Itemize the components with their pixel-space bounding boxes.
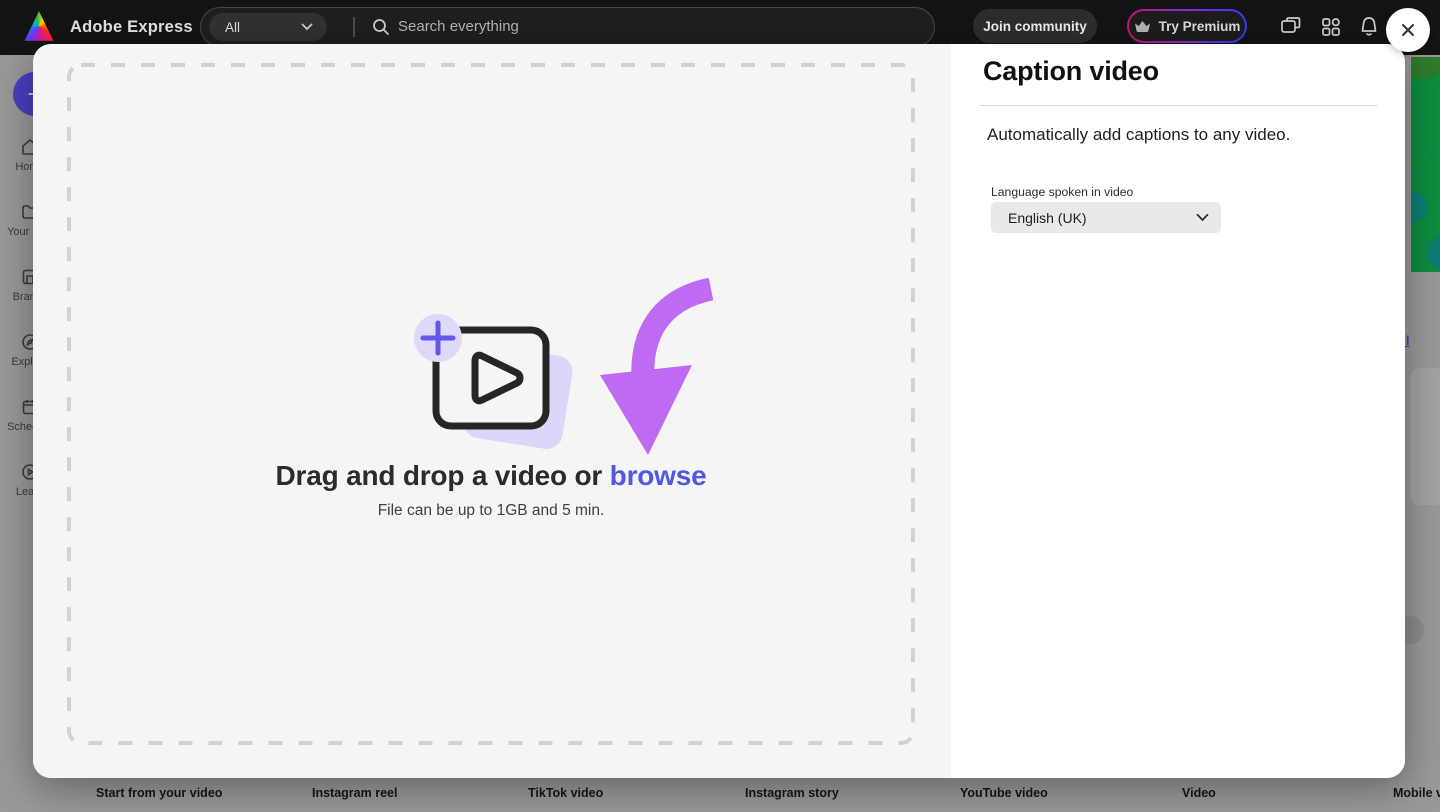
template-label[interactable]: Mobile video xyxy=(1393,786,1440,800)
template-card xyxy=(1410,368,1440,505)
purple-down-arrow-icon xyxy=(599,278,714,460)
preview-image-detail xyxy=(1416,172,1420,175)
adobe-express-logo-icon[interactable] xyxy=(24,11,54,42)
template-label[interactable]: Start from your video xyxy=(96,786,222,800)
dropzone-file-note: File can be up to 1GB and 5 min. xyxy=(66,502,916,520)
chevron-down-icon xyxy=(1196,213,1209,222)
title-divider xyxy=(980,105,1377,106)
preview-image-detail xyxy=(1411,57,1440,78)
preview-image-detail xyxy=(1429,152,1433,155)
try-premium-label: Try Premium xyxy=(1159,19,1241,34)
template-label[interactable]: TikTok video xyxy=(528,786,603,800)
apps-grid-icon xyxy=(1318,14,1344,40)
language-select[interactable]: English (UK) xyxy=(991,202,1221,233)
template-label[interactable]: Instagram story xyxy=(745,786,839,800)
upload-pane: Drag and drop a video or browse File can… xyxy=(33,44,951,778)
search-input[interactable]: Search everything xyxy=(398,18,519,35)
try-premium-button[interactable]: Try Premium xyxy=(1127,9,1247,43)
crown-icon xyxy=(1134,20,1151,33)
overlapping-windows-icon xyxy=(1278,14,1304,40)
preview-image-detail xyxy=(1427,237,1440,269)
template-preview-image xyxy=(1411,57,1440,272)
browse-link[interactable]: browse xyxy=(610,460,707,491)
dropzone-headline-text: Drag and drop a video or xyxy=(276,460,610,491)
chevron-down-icon xyxy=(301,23,313,31)
notifications-button[interactable] xyxy=(1356,14,1382,40)
brand-title: Adobe Express xyxy=(70,18,193,37)
close-icon xyxy=(1399,21,1417,39)
preview-image-detail xyxy=(1419,117,1423,120)
bell-icon xyxy=(1356,14,1382,40)
modal-title: Caption video xyxy=(983,56,1159,87)
template-label[interactable]: Video xyxy=(1182,786,1216,800)
global-search-bar[interactable]: All Search everything xyxy=(200,7,935,47)
template-label[interactable]: YouTube video xyxy=(960,786,1048,800)
join-community-button[interactable]: Join community xyxy=(973,9,1097,43)
adobe-express-app: + Home Your stuff Brands Explore Schedul… xyxy=(0,0,1440,812)
search-divider xyxy=(353,17,355,37)
switch-apps-button[interactable] xyxy=(1278,14,1304,40)
modal-close-button[interactable] xyxy=(1386,8,1430,52)
apps-grid-button[interactable] xyxy=(1318,14,1344,40)
video-dropzone[interactable]: Drag and drop a video or browse File can… xyxy=(66,62,916,746)
caption-video-modal: Drag and drop a video or browse File can… xyxy=(33,44,1405,778)
preview-image-detail xyxy=(1411,192,1427,222)
add-video-icon xyxy=(406,310,576,470)
search-category-value: All xyxy=(225,20,301,35)
search-category-dropdown[interactable]: All xyxy=(209,13,327,41)
modal-description: Automatically add captions to any video. xyxy=(987,125,1290,145)
search-icon xyxy=(371,17,391,37)
dropzone-illustration xyxy=(66,300,916,470)
language-label: Language spoken in video xyxy=(991,185,1133,199)
language-select-value: English (UK) xyxy=(1008,210,1196,226)
template-label[interactable]: Instagram reel xyxy=(312,786,397,800)
caption-options-pane: Caption video Automatically add captions… xyxy=(951,44,1405,778)
dropzone-headline: Drag and drop a video or browse xyxy=(66,460,916,492)
